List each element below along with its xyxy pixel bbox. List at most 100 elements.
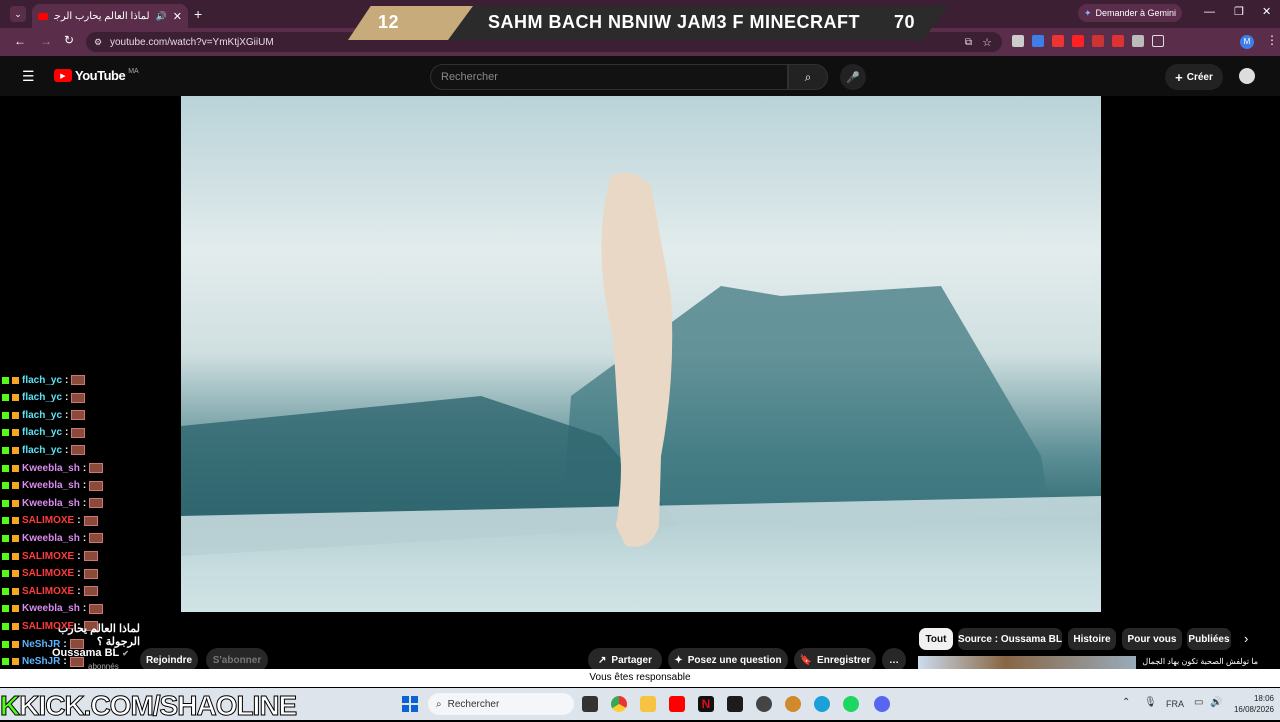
extension-icon[interactable] — [1132, 35, 1144, 47]
app-icon[interactable] — [785, 696, 801, 712]
spotify-icon[interactable] — [843, 696, 859, 712]
plus-icon: + — [1175, 69, 1183, 85]
clock-time: 18:06 — [1253, 694, 1274, 703]
filter-chip[interactable]: Publiées — [1187, 628, 1231, 650]
notice-bar: Vous êtes responsable — [0, 669, 1280, 687]
voice-search-button[interactable]: 🎤 — [840, 64, 866, 90]
search-input[interactable]: Rechercher — [430, 64, 788, 90]
kick-badge-icon — [2, 446, 9, 454]
filter-chip[interactable]: Source : Oussama BL — [958, 628, 1062, 650]
emote-icon — [83, 515, 98, 526]
volume-icon[interactable]: 🔊 — [1210, 697, 1222, 708]
extension-icon[interactable] — [1032, 35, 1044, 47]
bookmark-icon: 🔖 — [799, 654, 813, 666]
tray-mic-icon[interactable]: 🎙 — [1144, 697, 1157, 708]
edge-icon[interactable] — [814, 696, 830, 712]
sub-badge-icon — [12, 482, 19, 490]
youtube-logo[interactable]: ▶ YouTube MA — [54, 68, 139, 83]
chat-username: flach_yc — [22, 427, 63, 439]
filter-chip[interactable]: Histoire — [1068, 628, 1116, 650]
emote-icon — [89, 463, 104, 473]
chat-message: flach_yc: — [2, 372, 86, 388]
youtube-logo-text: YouTube — [75, 68, 126, 83]
taskbar-search[interactable]: ⌕ Rechercher — [428, 693, 574, 715]
extension-icon[interactable] — [1012, 35, 1024, 47]
chat-separator: : — [82, 497, 87, 509]
site-info-icon[interactable]: ⚙ — [94, 37, 102, 48]
tab-list-button[interactable]: ⌄ — [10, 6, 26, 22]
kick-badge-icon — [2, 411, 9, 419]
minimize-button[interactable]: — — [1204, 6, 1215, 18]
filter-chip[interactable]: Pour vous — [1122, 628, 1182, 650]
youtube-app-icon[interactable] — [669, 696, 685, 712]
kick-badge-icon — [2, 499, 9, 507]
emote-icon — [83, 586, 98, 597]
reco-title[interactable]: ما تولفش الصحبة تكون بهاد الجمال | — [1140, 657, 1258, 666]
task-view-icon[interactable] — [582, 696, 598, 712]
windows-start-icon[interactable] — [402, 696, 418, 712]
create-button[interactable]: + Créer — [1165, 64, 1223, 90]
chips-next-icon[interactable]: › — [1244, 631, 1248, 646]
sub-badge-icon — [12, 534, 19, 542]
restore-button[interactable]: ❐ — [1234, 5, 1244, 18]
netflix-icon[interactable]: N — [698, 696, 714, 712]
banner-left-number: 12 — [378, 12, 400, 32]
tray-chevron-icon[interactable]: ⌃ — [1122, 697, 1130, 708]
close-window-button[interactable]: ✕ — [1262, 5, 1271, 18]
user-avatar[interactable] — [1239, 68, 1255, 84]
channel-name[interactable]: Oussama BL ✔ — [52, 647, 129, 659]
search-button[interactable]: ⌕ — [788, 64, 828, 90]
discord-icon[interactable] — [874, 696, 890, 712]
language-indicator[interactable]: FRA — [1166, 699, 1184, 709]
chat-message: Kweebla_sh: — [2, 478, 104, 494]
chat-message: flach_yc: — [2, 390, 86, 406]
file-explorer-icon[interactable] — [640, 696, 656, 712]
filter-chip[interactable]: Tout — [919, 628, 953, 650]
url-text: youtube.com/watch?v=YmKtjXGiiUM — [110, 36, 274, 48]
youtube-favicon-icon — [38, 12, 48, 20]
app-icon[interactable] — [727, 696, 743, 712]
new-tab-button[interactable]: + — [194, 6, 202, 22]
menu-dots-icon[interactable]: ⋮ — [1266, 33, 1278, 47]
install-app-icon[interactable]: ⧉ — [965, 37, 972, 48]
chat-username: SALIMOXE — [22, 568, 75, 580]
extension-icon[interactable] — [1072, 35, 1084, 47]
chrome-icon[interactable] — [611, 696, 627, 712]
youtube-play-icon: ▶ — [54, 69, 72, 82]
hamburger-menu-icon[interactable]: ☰ — [22, 68, 35, 85]
emote-icon — [83, 568, 98, 579]
chat-message: SALIMOXE: — [2, 513, 98, 529]
close-tab-icon[interactable]: ✕ — [173, 10, 182, 23]
chat-username: SALIMOXE — [22, 515, 75, 527]
puzzle-icon[interactable] — [1152, 35, 1164, 47]
extension-icon[interactable] — [1052, 35, 1064, 47]
emote-icon — [71, 445, 86, 456]
kick-k-icon: K — [0, 690, 21, 722]
profile-avatar[interactable]: M — [1240, 35, 1254, 49]
app-icon[interactable] — [756, 696, 772, 712]
network-icon[interactable]: ▭ — [1194, 697, 1203, 708]
extension-icon[interactable] — [1112, 35, 1124, 47]
taskbar-search-text: Rechercher — [447, 698, 500, 710]
emote-icon — [89, 498, 104, 509]
clock-date: 16/08/2026 — [1233, 705, 1274, 714]
forward-icon[interactable]: → — [40, 34, 52, 48]
channel-name-text: Oussama BL — [52, 647, 120, 659]
reco-thumbnail[interactable] — [918, 656, 1136, 669]
video-player[interactable] — [181, 96, 1101, 612]
bookmark-star-icon[interactable]: ☆ — [982, 36, 992, 49]
kick-badge-icon — [2, 640, 9, 648]
sub-badge-icon — [12, 658, 19, 666]
extensions-row — [1012, 35, 1164, 47]
chat-message: SALIMOXE: — [2, 566, 98, 582]
clock[interactable]: 18:06 16/08/2026 — [1230, 693, 1274, 715]
back-icon[interactable]: ← — [14, 34, 26, 48]
extension-icon[interactable] — [1092, 35, 1104, 47]
tab-active[interactable]: لماذا العالم يحارب الرجولة ؟ 🔊 ✕ — [32, 4, 188, 28]
sub-badge-icon — [12, 587, 19, 595]
emote-icon — [89, 533, 104, 544]
gemini-button[interactable]: ✦ Demander à Gemini — [1078, 4, 1182, 22]
chat-separator: : — [77, 585, 81, 597]
chat-separator: : — [82, 603, 87, 615]
reload-icon[interactable]: ↻ — [64, 33, 74, 47]
